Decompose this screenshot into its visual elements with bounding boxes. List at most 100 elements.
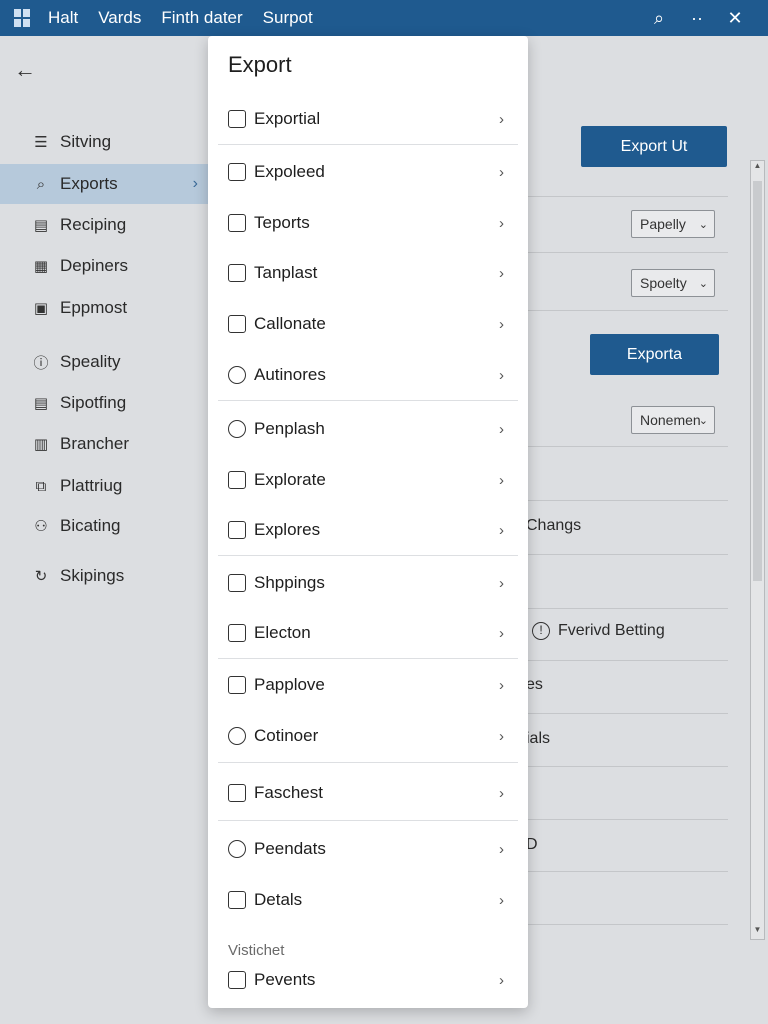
chevron-right-icon: › [499, 366, 504, 384]
chevron-right-icon: › [499, 784, 504, 802]
share-icon [228, 840, 246, 858]
sidebar-item-reciping[interactable]: ▤ Reciping [0, 205, 208, 245]
sidebar-item-label: Brancher [60, 434, 129, 453]
menu-item-explores[interactable]: Explores › [218, 508, 518, 552]
menu-bar: Halt Vards Finth dater Surpot [48, 0, 333, 36]
menu-item-explorate[interactable]: Explorate › [218, 458, 518, 502]
menu-item-detals[interactable]: Detals › [218, 878, 518, 922]
sidebar-item-sipotfing[interactable]: ▤ Sipotfing [0, 383, 208, 423]
exporta-button[interactable]: Exporta [590, 334, 719, 375]
changs-text: Changs [526, 517, 582, 534]
divider [498, 924, 728, 925]
betting-label: Fverivd Betting [558, 622, 665, 640]
sidebar-item-label: Reciping [60, 215, 127, 234]
sidebar-item-bicating[interactable]: ⚇ Bicating [0, 506, 208, 546]
list-icon: ☰ [34, 134, 48, 151]
divider [498, 766, 728, 767]
sidebar-item-skipings[interactable]: ↻ Skipings [0, 556, 208, 596]
menu-item-label: Explorate [254, 470, 326, 489]
vertical-scrollbar[interactable]: ▲ ▼ [750, 160, 765, 940]
menu-item-peendats[interactable]: Peendats › [218, 827, 518, 871]
menu-item-exportial[interactable]: Exportial › [218, 97, 518, 141]
scroll-up-icon[interactable]: ▲ [751, 161, 764, 175]
export-ut-button[interactable]: Export Ut [581, 126, 727, 167]
bottle-icon [228, 521, 246, 539]
es-text: es [526, 676, 543, 693]
menu-item-callonate[interactable]: Callonate › [218, 302, 518, 346]
select-value: Nonemen [640, 412, 701, 428]
menu-item-finth-dater[interactable]: Finth dater [161, 0, 242, 36]
menu-item-label: Peendats [254, 839, 326, 858]
divider [218, 400, 518, 401]
file-icon: ▥ [33, 436, 49, 453]
sidebar-item-sitving[interactable]: ☰ Sitving [0, 122, 208, 162]
divider [498, 871, 728, 872]
doc-icon: ▤ [33, 217, 49, 234]
divider [218, 144, 518, 145]
nonemen-select[interactable]: Nonemen ⌄ [631, 406, 715, 434]
menu-item-label: Papplove [254, 675, 325, 694]
menu-item-faschest[interactable]: Faschest › [218, 771, 518, 815]
menu-item-penplash[interactable]: Penplash › [218, 407, 518, 451]
scroll-thumb[interactable] [753, 181, 762, 581]
menu-item-vards[interactable]: Vards [98, 0, 141, 36]
divider [498, 554, 728, 555]
chevron-right-icon: › [499, 574, 504, 592]
app-grid-icon[interactable] [14, 9, 32, 27]
menu-item-tanplast[interactable]: Tanplast › [218, 251, 518, 295]
menu-item-shppings[interactable]: Shppings › [218, 561, 518, 605]
sidebar-item-speality[interactable]: ⓘ Speality [0, 342, 208, 382]
menu-item-papplove[interactable]: Papplove › [218, 663, 518, 707]
card-icon [228, 971, 246, 989]
spoelty-select[interactable]: Spoelty ⌄ [631, 269, 715, 297]
back-arrow-icon[interactable]: ← [14, 56, 40, 84]
sidebar-item-plattriug[interactable]: ⧉ Plattriug [0, 466, 208, 506]
divider [498, 608, 728, 609]
sidebar-item-eppmost[interactable]: ▣ Eppmost [0, 288, 208, 328]
search-icon: ⌕ [36, 175, 46, 193]
menu-item-expoleed[interactable]: Expoleed › [218, 150, 518, 194]
papelly-select[interactable]: Papelly ⌄ [631, 210, 715, 238]
chevron-down-icon: ⌄ [698, 414, 708, 427]
menu-item-autinores[interactable]: Autinores › [218, 353, 518, 397]
menu-item-electon[interactable]: Electon › [218, 611, 518, 655]
divider [218, 820, 518, 821]
chevron-right-icon: › [499, 264, 504, 282]
menu-item-teports[interactable]: Teports › [218, 201, 518, 245]
pages-icon [228, 214, 246, 232]
scroll-down-icon[interactable]: ▼ [751, 925, 764, 939]
chevron-right-icon: › [499, 521, 504, 539]
menu-item-pevents[interactable]: Pevents › [218, 958, 518, 1002]
box-icon: ▣ [33, 300, 49, 317]
betting-row[interactable]: ! Fverivd Betting [532, 622, 665, 640]
menu-item-surpot[interactable]: Surpot [263, 0, 313, 36]
menu-item-cotinoer[interactable]: Cotinoer › [218, 714, 518, 758]
sidebar-item-label: Depiners [60, 256, 129, 275]
sidebar-item-exports[interactable]: ⌕ Exports › [0, 164, 208, 204]
divider [498, 196, 728, 197]
search-icon[interactable]: ⌕ [640, 8, 678, 29]
doc-icon: ▤ [33, 395, 49, 412]
sidebar-item-label: Sipotfing [60, 393, 127, 412]
close-icon[interactable]: ✕ [716, 8, 754, 29]
sidebar-item-label: Sitving [60, 132, 112, 151]
sidebar-item-brancher[interactable]: ▥ Brancher [0, 424, 208, 464]
chevron-right-icon: › [499, 891, 504, 909]
chevron-right-icon: › [192, 175, 198, 192]
chevron-right-icon: › [499, 624, 504, 642]
dots-icon[interactable]: ·· [678, 8, 716, 29]
sidebar-item-label: Speality [60, 352, 121, 371]
divider [498, 500, 728, 501]
title-bar: Halt Vards Finth dater Surpot ⌕ ·· ✕ [0, 0, 768, 36]
chevron-right-icon: › [499, 163, 504, 181]
chevron-right-icon: › [499, 110, 504, 128]
menu-item-halt[interactable]: Halt [48, 0, 78, 36]
menu-item-label: Faschest [254, 783, 323, 802]
sidebar-item-depiners[interactable]: ▦ Depiners [0, 246, 208, 286]
divider [218, 658, 518, 659]
window-controls: ⌕ ·· ✕ [640, 0, 754, 36]
chevron-right-icon: › [499, 214, 504, 232]
menu-item-label: Penplash [254, 419, 325, 438]
divider [498, 252, 728, 253]
sidebar-item-label: Eppmost [60, 298, 128, 317]
